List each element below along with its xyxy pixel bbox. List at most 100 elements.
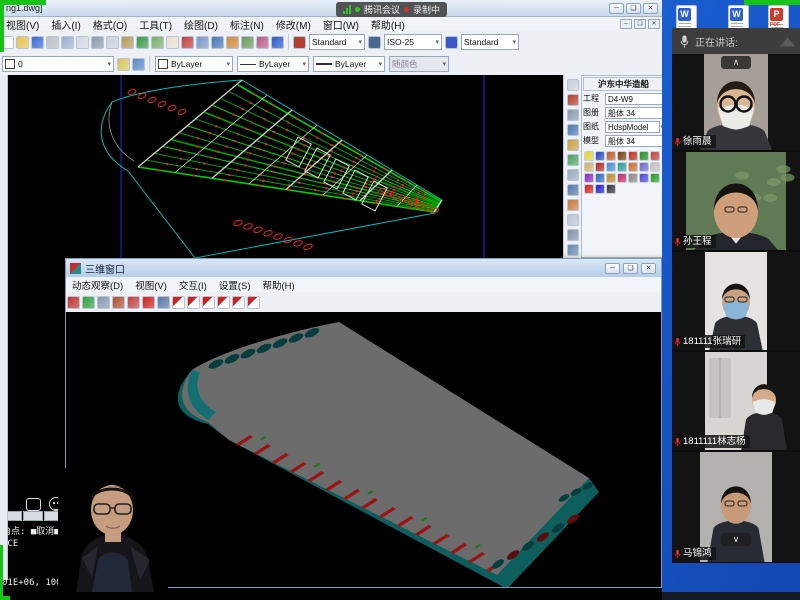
tool-11-icon[interactable] <box>617 162 627 172</box>
tool-15-icon[interactable] <box>584 173 594 183</box>
tool-1-icon[interactable] <box>584 151 594 161</box>
field-value-model[interactable]: 船体 34 <box>605 135 664 147</box>
viewer3d-maximize-button[interactable]: ❏ <box>623 263 638 274</box>
view-top-cube-icon[interactable] <box>172 296 185 309</box>
menu-format[interactable]: 格式(O) <box>87 17 133 32</box>
plotstyle-combo[interactable]: 随颜色▾ <box>389 56 449 72</box>
table-style-combo[interactable]: Standard▾ <box>461 34 519 50</box>
screenshot-icon[interactable] <box>26 498 41 511</box>
view-back-cube-icon[interactable] <box>247 296 260 309</box>
orbit-free-icon[interactable] <box>82 296 95 309</box>
menu-window[interactable]: 窗口(W) <box>317 17 365 32</box>
tool-6-icon[interactable] <box>639 151 649 161</box>
zoom-window-icon[interactable] <box>196 36 209 49</box>
maximize-button[interactable]: ❏ <box>626 3 641 14</box>
layer-states-icon[interactable] <box>132 58 145 71</box>
color-combo[interactable]: ByLayer▾ <box>155 56 233 72</box>
tool-20-icon[interactable] <box>639 173 649 183</box>
spell-icon[interactable] <box>76 36 89 49</box>
tool-23-icon[interactable] <box>595 184 605 194</box>
field-value-project[interactable]: D4-W9 <box>605 93 664 105</box>
participant-tile-5[interactable]: 马锦鸿∨ <box>672 452 800 562</box>
paste-icon[interactable] <box>121 36 134 49</box>
tool-13-icon[interactable] <box>639 162 649 172</box>
copy-icon[interactable] <box>106 36 119 49</box>
tool-8-icon[interactable] <box>584 162 594 172</box>
tool-14-icon[interactable] <box>650 162 660 172</box>
mirror-icon[interactable] <box>567 214 579 226</box>
tool-24-icon[interactable] <box>606 184 616 194</box>
cad-titlebar[interactable]: ng1.dwg] ─ ❏ ✕ <box>0 0 666 17</box>
print-icon[interactable] <box>46 36 59 49</box>
menu-settings[interactable]: 设置(S) <box>213 278 257 292</box>
dim-style-combo[interactable]: ISO-25▾ <box>384 34 442 50</box>
view-right-cube-icon[interactable] <box>217 296 230 309</box>
mdi-minimize-button[interactable]: ─ <box>620 19 632 29</box>
tool-16-icon[interactable] <box>595 173 605 183</box>
tool-3-icon[interactable] <box>606 151 616 161</box>
cut-icon[interactable] <box>91 36 104 49</box>
text-style-icon[interactable] <box>293 36 306 49</box>
menu-interact[interactable]: 交互(I) <box>173 278 213 292</box>
draw-hatch-icon[interactable] <box>567 154 579 166</box>
viewer3d-titlebar[interactable]: 三维窗口 ─ ❏ ✕ <box>66 259 661 277</box>
menu-3d-view[interactable]: 视图(V) <box>129 278 173 292</box>
tool-10-icon[interactable] <box>606 162 616 172</box>
menu-3d-help[interactable]: 帮助(H) <box>257 278 301 292</box>
tool-5-icon[interactable] <box>628 151 638 161</box>
viewer3d-minimize-button[interactable]: ─ <box>605 263 620 274</box>
layer-manager-icon[interactable] <box>117 58 130 71</box>
draw-rect-icon[interactable] <box>567 139 579 151</box>
tool-12-icon[interactable] <box>628 162 638 172</box>
self-webcam-video[interactable] <box>58 468 168 592</box>
trim-icon[interactable] <box>567 229 579 241</box>
draw-arc-icon[interactable] <box>567 124 579 136</box>
preview-icon[interactable] <box>61 36 74 49</box>
flag-icon[interactable] <box>127 296 140 309</box>
pan-icon[interactable] <box>166 36 179 49</box>
menu-insert[interactable]: 插入(I) <box>45 17 86 32</box>
menu-tools[interactable]: 工具(T) <box>133 17 178 32</box>
menu-modify[interactable]: 修改(M) <box>270 17 317 32</box>
tool-2-icon[interactable] <box>595 151 605 161</box>
menu-dimension[interactable]: 标注(N) <box>224 17 270 32</box>
draw-pline-icon[interactable] <box>567 94 579 106</box>
linetype-combo[interactable]: ByLayer▾ <box>237 56 309 72</box>
view-iso-cube-icon[interactable] <box>232 296 245 309</box>
table-style-icon[interactable] <box>445 36 458 49</box>
collapse-strip-button[interactable]: ∧ <box>721 56 751 69</box>
menu-orbit[interactable]: 动态观察(D) <box>66 278 129 292</box>
layer-combo[interactable]: 0▾ <box>2 56 114 72</box>
lineweight-combo[interactable]: ByLayer▾ <box>313 56 385 72</box>
close-button[interactable]: ✕ <box>643 3 658 14</box>
minimize-button[interactable]: ─ <box>609 3 624 14</box>
zoom-realtime-icon[interactable] <box>181 36 194 49</box>
participant-tile-1[interactable]: 徐雨晨∧ <box>672 54 800 150</box>
delete-icon[interactable] <box>142 296 155 309</box>
draw-line-icon[interactable] <box>567 79 579 91</box>
move-icon[interactable] <box>567 184 579 196</box>
array-icon[interactable] <box>567 169 579 181</box>
mdi-restore-button[interactable]: ❏ <box>634 19 646 29</box>
open-icon[interactable] <box>16 36 29 49</box>
field-value-atlas[interactable]: 船体 34 <box>605 107 664 119</box>
rotate-icon[interactable] <box>567 199 579 211</box>
tool-4-icon[interactable] <box>617 151 627 161</box>
view-front-cube-icon[interactable] <box>187 296 200 309</box>
taskbar[interactable] <box>662 592 800 600</box>
view-left-cube-icon[interactable] <box>202 296 215 309</box>
participant-tile-4[interactable]: 1811111林志杨 <box>672 352 800 450</box>
toolpalette-icon[interactable] <box>256 36 269 49</box>
tool-19-icon[interactable] <box>628 173 638 183</box>
zoom-select-icon[interactable] <box>157 296 170 309</box>
sidebar-header[interactable]: 正在讲话: ◢◣ <box>672 28 800 54</box>
participant-tile-3[interactable]: 181111张瑞研 <box>672 252 800 350</box>
participant-tile-2[interactable]: 孙王程 <box>672 152 800 250</box>
mdi-close-button[interactable]: ✕ <box>648 19 660 29</box>
viewer3d-close-button[interactable]: ✕ <box>641 263 656 274</box>
tool-18-icon[interactable] <box>617 173 627 183</box>
measure-icon[interactable] <box>112 296 125 309</box>
measure-icon[interactable] <box>567 244 579 256</box>
find-icon[interactable] <box>226 36 239 49</box>
orbit-icon[interactable] <box>67 296 80 309</box>
